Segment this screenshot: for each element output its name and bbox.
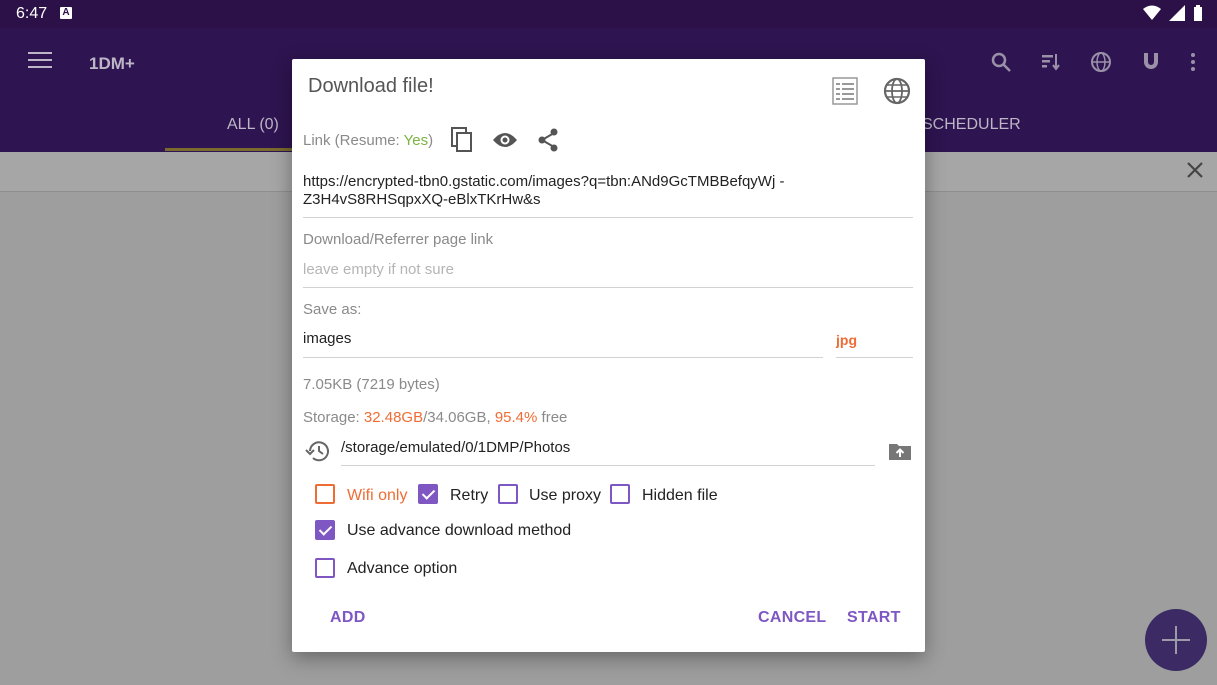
folder-upload-icon[interactable] (888, 441, 912, 461)
path-input[interactable]: /storage/emulated/0/1DMP/Photos (341, 439, 570, 457)
status-bar: 6:47 A (0, 0, 1217, 28)
extension-input[interactable]: jpg (836, 332, 857, 348)
signal-icon (1169, 5, 1185, 21)
hidden-file-label: Hidden file (642, 487, 718, 504)
resume-status: Yes (403, 132, 429, 149)
magnet-icon[interactable] (1139, 50, 1163, 74)
tab-scheduler[interactable]: SCHEDULER (922, 116, 1021, 134)
filename-underline (303, 357, 823, 358)
url-underline (303, 217, 913, 218)
system-icons (1143, 5, 1203, 21)
eye-icon[interactable] (492, 131, 518, 149)
add-button[interactable]: ADD (330, 609, 366, 627)
add-download-fab[interactable] (1145, 609, 1207, 671)
close-icon[interactable] (1185, 160, 1205, 180)
sort-icon[interactable] (1039, 50, 1063, 74)
use-proxy-label: Use proxy (529, 487, 602, 504)
filename-input[interactable]: images (303, 330, 351, 348)
notification-icon: A (60, 7, 72, 19)
referrer-underline (303, 287, 913, 288)
toolbar-actions (989, 50, 1197, 74)
wifi-icon (1143, 5, 1161, 20)
extension-underline (836, 357, 913, 358)
cancel-button[interactable]: CANCEL (758, 609, 826, 627)
retry-checkbox[interactable] (418, 484, 438, 504)
wifi-only-checkbox[interactable] (315, 484, 335, 504)
share-icon[interactable] (537, 128, 559, 152)
download-dialog: Download file! Link (Resume: Yes) https:… (292, 59, 925, 652)
use-proxy-checkbox[interactable] (498, 484, 518, 504)
globe-icon[interactable] (1089, 50, 1113, 74)
tab-indicator (165, 148, 305, 151)
advance-option-checkbox[interactable] (315, 558, 335, 578)
link-label: Link (Resume: Yes) (303, 132, 434, 149)
app-title: 1DM+ (89, 54, 135, 73)
advance-method-checkbox[interactable] (315, 520, 335, 540)
retry-label: Retry (450, 487, 489, 504)
start-button[interactable]: START (847, 609, 901, 627)
copy-icon[interactable] (451, 127, 473, 153)
more-vert-icon[interactable] (1189, 50, 1197, 74)
list-icon[interactable] (832, 77, 858, 105)
menu-icon[interactable] (28, 52, 52, 72)
wifi-only-label: Wifi only (347, 487, 408, 504)
url-input[interactable]: https://encrypted-tbn0.gstatic.com/image… (303, 173, 823, 209)
status-time: 6:47 (16, 5, 48, 22)
search-icon[interactable] (989, 50, 1013, 74)
hidden-file-checkbox[interactable] (610, 484, 630, 504)
referrer-label: Download/Referrer page link (303, 231, 494, 248)
path-underline (341, 465, 875, 466)
advance-option-label: Advance option (347, 560, 458, 577)
save-as-label: Save as: (303, 301, 362, 318)
dialog-title: Download file! (308, 75, 434, 97)
browser-globe-icon[interactable] (883, 77, 911, 105)
history-icon[interactable] (304, 439, 330, 463)
storage-info: Storage: 32.48GB/34.06GB, 95.4% free (303, 409, 568, 426)
referrer-input[interactable]: leave empty if not sure (303, 261, 454, 278)
advance-method-label: Use advance download method (347, 522, 572, 539)
tab-all[interactable]: ALL (0) (227, 116, 279, 134)
battery-icon (1194, 5, 1202, 21)
file-size: 7.05KB (7219 bytes) (303, 376, 440, 393)
